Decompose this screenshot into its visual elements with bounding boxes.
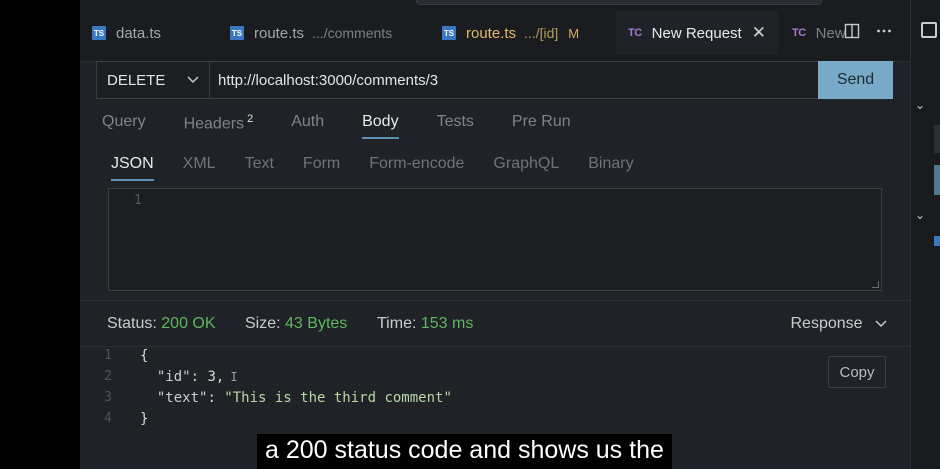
chevron-down-icon[interactable]: ⌄ bbox=[915, 208, 925, 222]
url-input[interactable]: http://localhost:3000/comments/3 bbox=[209, 61, 819, 99]
panel-item-selected[interactable] bbox=[934, 165, 940, 195]
code-line: 3 "text": "This is the third comment" bbox=[80, 390, 452, 411]
json-number: 3 bbox=[207, 369, 216, 385]
response-view-label: Response bbox=[790, 315, 863, 332]
json-key: "id" bbox=[156, 369, 191, 385]
tab-route-ts-id[interactable]: TS route.ts .../[id] M bbox=[442, 11, 579, 55]
tab-path: .../comments bbox=[312, 25, 393, 41]
code-text: "id": 3, I bbox=[156, 369, 238, 385]
chevron-down-icon[interactable]: ⌄ bbox=[915, 98, 925, 112]
status-info: Status: 200 OK bbox=[107, 315, 216, 333]
code-text: { bbox=[140, 348, 149, 364]
time-label: Time: bbox=[377, 315, 417, 332]
tab-pre-run[interactable]: Pre Run bbox=[512, 113, 571, 139]
tab-body[interactable]: Body bbox=[362, 113, 399, 140]
size-value: 43 Bytes bbox=[285, 315, 348, 332]
tab-form-encode[interactable]: Form-encode bbox=[369, 155, 464, 181]
status-value: 200 OK bbox=[161, 315, 216, 332]
copy-button[interactable]: Copy bbox=[828, 356, 886, 388]
time-info: Time: 153 ms bbox=[377, 315, 473, 333]
http-method-select[interactable]: DELETE bbox=[96, 61, 210, 99]
status-label: Status: bbox=[107, 315, 157, 332]
response-view-select[interactable]: Response bbox=[791, 315, 888, 333]
divider bbox=[80, 300, 910, 301]
resize-handle[interactable] bbox=[872, 281, 879, 288]
explorer-icon[interactable] bbox=[921, 22, 937, 38]
size-info: Size: 43 Bytes bbox=[245, 315, 347, 333]
typescript-file-icon bbox=[934, 236, 940, 246]
line-number: 4 bbox=[104, 411, 112, 426]
tab-label: data.ts bbox=[116, 24, 162, 42]
headers-count-badge: 2 bbox=[247, 113, 254, 125]
size-label: Size: bbox=[245, 315, 281, 332]
tab-headers[interactable]: Headers 2 bbox=[184, 113, 254, 139]
code-line: 4 } bbox=[80, 411, 148, 432]
tab-label: route.ts bbox=[466, 24, 517, 42]
code-line: 2 "id": 3, I bbox=[80, 369, 238, 390]
body-type-tabs: JSON XML Text Form Form-encode GraphQL B… bbox=[111, 155, 663, 181]
tab-route-ts-comments[interactable]: TS route.ts .../comments bbox=[230, 11, 392, 55]
panel-item[interactable] bbox=[934, 125, 940, 153]
tab-headers-label: Headers bbox=[183, 115, 245, 133]
tab-data-ts[interactable]: TS data.ts bbox=[92, 11, 161, 55]
json-string: "This is the third comment" bbox=[224, 390, 452, 406]
text-cursor-icon: I bbox=[230, 370, 238, 384]
tab-text[interactable]: Text bbox=[245, 155, 274, 181]
send-button[interactable]: Send bbox=[818, 61, 893, 99]
close-icon[interactable]: ✕ bbox=[752, 23, 766, 43]
json-body-editor[interactable]: 1 bbox=[108, 188, 882, 291]
divider bbox=[80, 346, 910, 347]
tab-json[interactable]: JSON bbox=[111, 155, 154, 181]
method-value: DELETE bbox=[107, 71, 166, 89]
tab-path: .../[id] bbox=[524, 25, 559, 41]
tab-new-request-2[interactable]: TC New bbox=[792, 11, 846, 55]
thunder-client-panel: TS data.ts TS route.ts .../comments TS r… bbox=[80, 0, 910, 469]
tab-form[interactable]: Form bbox=[303, 155, 340, 181]
typescript-file-icon: TS bbox=[442, 26, 456, 40]
tab-new-request[interactable]: TC New Request ✕ bbox=[616, 11, 778, 55]
tab-label: New Request bbox=[651, 24, 742, 42]
tab-graphql[interactable]: GraphQL bbox=[493, 155, 559, 181]
tab-label: route.ts bbox=[254, 24, 305, 42]
tab-xml[interactable]: XML bbox=[183, 155, 216, 181]
left-margin bbox=[0, 0, 80, 469]
tab-auth[interactable]: Auth bbox=[291, 113, 324, 139]
chevron-down-icon bbox=[875, 320, 887, 328]
tab-label: New bbox=[815, 24, 846, 42]
code-line: 1 { bbox=[80, 348, 148, 369]
typescript-file-icon: TS bbox=[92, 26, 106, 40]
line-number: 1 bbox=[134, 193, 142, 208]
line-number: 1 bbox=[104, 348, 112, 363]
tab-query[interactable]: Query bbox=[102, 113, 146, 139]
tab-tests[interactable]: Tests bbox=[437, 113, 474, 139]
time-value: 153 ms bbox=[420, 315, 474, 332]
request-tabs: Query Headers 2 Auth Body Tests Pre Run bbox=[102, 113, 609, 140]
side-panel: ⌄ ⌄ bbox=[910, 0, 940, 469]
thunder-client-icon: TC bbox=[628, 27, 642, 39]
json-key: "text" bbox=[156, 390, 208, 406]
line-number: 2 bbox=[104, 369, 112, 384]
line-number: 3 bbox=[104, 390, 112, 405]
tab-actions bbox=[844, 23, 892, 44]
chevron-down-icon bbox=[187, 76, 199, 84]
command-center-bar[interactable] bbox=[416, 0, 822, 5]
split-editor-icon[interactable] bbox=[844, 23, 860, 44]
tab-binary[interactable]: Binary bbox=[588, 155, 633, 181]
typescript-file-icon: TS bbox=[230, 26, 244, 40]
video-caption: a 200 status code and shows us the bbox=[257, 434, 672, 469]
more-actions-icon[interactable] bbox=[876, 23, 892, 44]
modified-indicator: M bbox=[568, 25, 580, 41]
editor-tab-bar: TS data.ts TS route.ts .../comments TS r… bbox=[80, 0, 910, 62]
thunder-client-icon: TC bbox=[792, 27, 806, 39]
code-text: } bbox=[140, 411, 149, 427]
code-text: "text": "This is the third comment" bbox=[156, 390, 452, 406]
